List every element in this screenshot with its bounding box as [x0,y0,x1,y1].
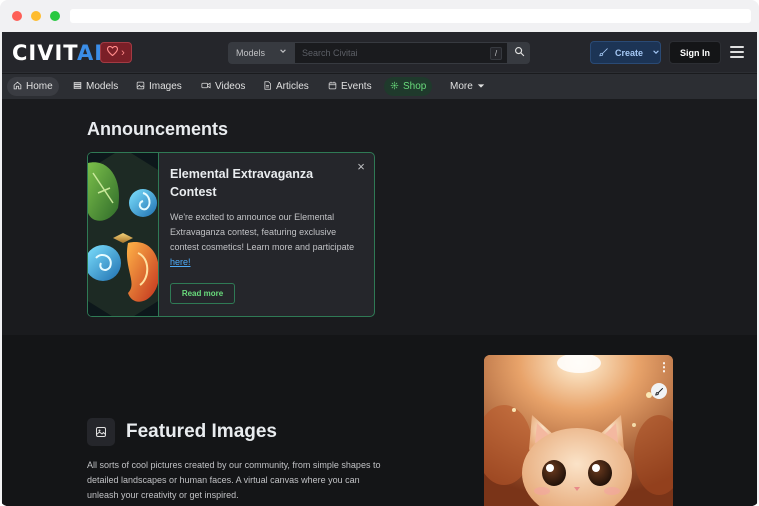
announcements-section: Announcements Elemental Extravaganza Con… [2,99,757,335]
civitai-logo[interactable]: CIVITAI [12,42,103,64]
remix-link-icon[interactable] [651,383,667,399]
browser-window: CIVITAI › Models Search Civitai / Create… [0,0,759,506]
announcement-body-text: We're excited to announce our Elemental … [170,212,355,252]
main-navigation: Home Models Images Videos Articles Event… [2,74,757,99]
search-icon [514,44,525,62]
announcement-link[interactable]: here! [170,257,191,267]
announcement-card-title: Elemental Extravaganza Contest [170,167,314,199]
nav-videos[interactable]: Videos [195,77,251,96]
close-icon[interactable]: × [355,159,367,174]
nav-label: Events [341,81,372,92]
chevron-down-icon [652,48,660,58]
chevron-right-icon: › [121,46,125,59]
top-header: CIVITAI › Models Search Civitai / Create… [2,32,757,73]
hamburger-menu-icon[interactable] [730,45,744,59]
create-button[interactable]: Create [590,41,661,64]
nav-models[interactable]: Models [67,77,124,96]
address-bar[interactable] [70,9,751,23]
browser-chrome [0,0,759,32]
nav-label: Shop [403,81,427,92]
article-icon [263,81,272,92]
logo-text: CIVITAI [12,41,104,65]
nav-label: Images [149,81,182,92]
featured-image-icon [87,418,115,446]
announcements-title: Announcements [87,119,229,139]
heart-icon [107,45,119,59]
image-icon [136,81,145,92]
nav-more[interactable]: More [444,77,491,96]
search-type-select[interactable]: Models [228,42,294,64]
search-button[interactable] [508,42,530,64]
announcement-card: Elemental Extravaganza Contest × We're e… [87,152,375,317]
featured-images-section: Featured Images All sorts of cool pictur… [2,335,757,506]
search-placeholder: Search Civitai [302,48,358,58]
create-label: Create [615,47,644,58]
nav-label: More [450,81,473,92]
brush-icon [599,47,609,59]
nav-shop[interactable]: Shop [384,77,433,96]
search-bar: Models Search Civitai / [228,42,530,64]
nav-articles[interactable]: Articles [257,77,315,96]
page-viewport: CIVITAI › Models Search Civitai / Create… [2,32,757,506]
search-type-label: Models [236,48,266,58]
nav-label: Home [26,81,53,92]
close-window-button[interactable] [12,11,22,21]
calendar-icon [328,81,337,92]
sign-in-button[interactable]: Sign In [669,41,721,64]
home-icon [13,81,22,92]
nav-label: Videos [215,81,246,92]
minimize-window-button[interactable] [31,11,41,21]
support-button[interactable]: › [100,42,132,63]
chevron-down-icon [477,82,485,91]
search-shortcut-key: / [490,47,502,60]
nav-events[interactable]: Events [322,77,378,96]
cat-image [484,355,673,506]
elemental-contest-artwork [88,153,159,316]
models-icon [73,81,82,92]
featured-images-title: Featured Images [126,421,277,442]
maximize-window-button[interactable] [50,11,60,21]
nav-label: Articles [276,81,309,92]
announcement-card-body: We're excited to announce our Elemental … [170,210,360,270]
nav-home[interactable]: Home [7,77,59,96]
search-input[interactable]: Search Civitai / [294,42,508,64]
featured-images-description: All sorts of cool pictures created by ou… [87,460,381,500]
chevron-down-icon [279,47,287,57]
featured-image-card[interactable]: ⋮ [484,355,673,506]
read-more-button[interactable]: Read more [170,283,235,304]
image-options-icon[interactable]: ⋮ [658,361,670,373]
nav-images[interactable]: Images [130,77,188,96]
nav-label: Models [86,81,119,92]
video-icon [201,81,211,92]
shop-icon [390,81,399,92]
